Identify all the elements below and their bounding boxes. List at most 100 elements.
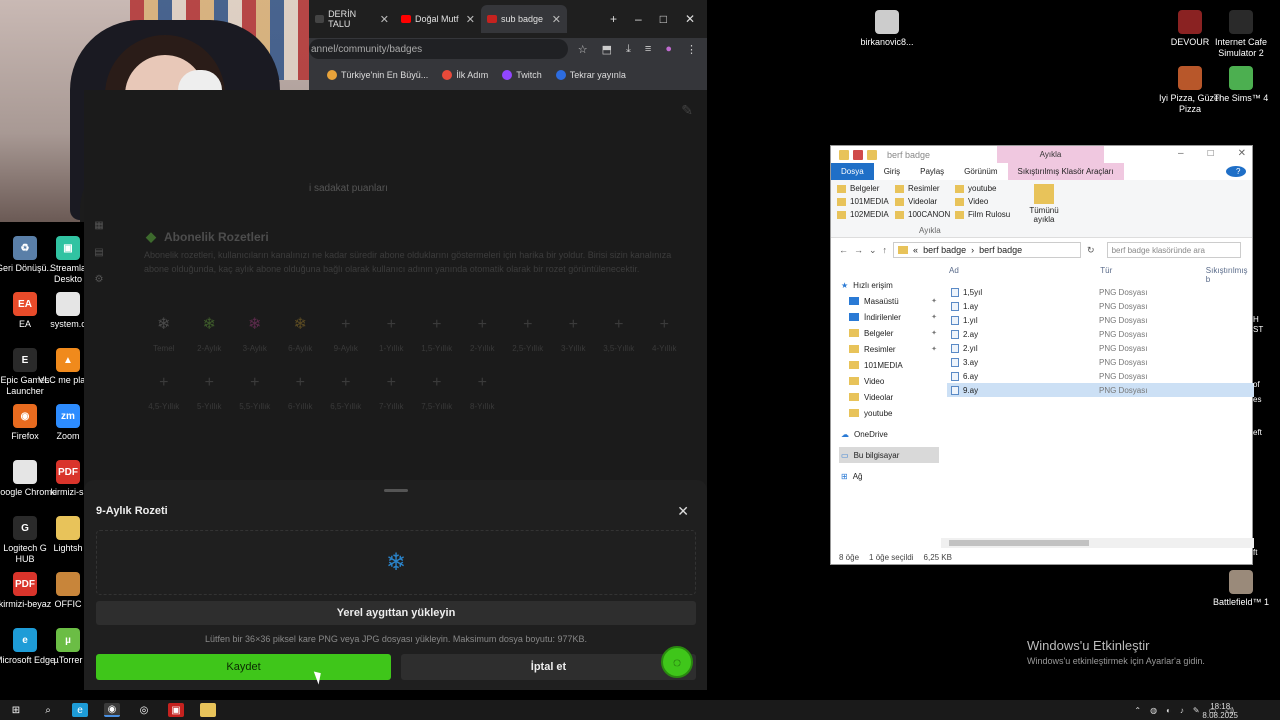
extensions-icon[interactable]: ⬒ (602, 43, 612, 56)
file-row[interactable]: 6.ay PNG Dosyası (947, 369, 1254, 383)
badge-slot[interactable]: +3,5-Yıllık (596, 315, 642, 353)
badge-dropzone[interactable]: ❄ (96, 530, 696, 595)
tab-gorunum[interactable]: Görünüm (954, 163, 1007, 180)
nav-network[interactable]: ⊞ Ağ (839, 468, 939, 484)
extract-all-button[interactable]: Tümünü ayıkla (1027, 184, 1061, 224)
badge-slot[interactable]: +9-Aylık (323, 315, 369, 353)
file-row[interactable]: 1.yıl PNG Dosyası (947, 313, 1254, 327)
badge-slot[interactable]: +6,5-Yıllık (323, 373, 369, 411)
ribbon-target-item[interactable]: Film Rulosu (955, 209, 1015, 220)
taskbar-clock[interactable]: 18:18 8.08.2025 (1202, 702, 1238, 720)
breadcrumb-1[interactable]: berf badge (923, 245, 966, 255)
bookmark-star-icon[interactable]: ☆ (578, 43, 588, 56)
tray-pen-icon[interactable]: ✎ (1193, 706, 1200, 715)
edge-icon[interactable]: e (72, 703, 88, 717)
address-breadcrumb[interactable]: « berf badge › berf badge (893, 242, 1082, 258)
horizontal-scrollbar[interactable] (941, 538, 1254, 548)
desktop-icon[interactable]: birkanovic8... (855, 10, 919, 48)
file-row[interactable]: 9.ay PNG Dosyası (947, 383, 1254, 397)
badge-slot[interactable]: ❄ 3-Aylık (232, 315, 278, 353)
download-icon[interactable]: ⤓ (626, 43, 631, 56)
file-row[interactable]: 2.ay PNG Dosyası (947, 327, 1254, 341)
nav-quick-access[interactable]: ★ Hızlı erişim (839, 277, 939, 293)
ribbon-target-item[interactable]: youtube (955, 183, 1015, 194)
tray-chevron-icon[interactable]: ⌃ (1134, 706, 1141, 715)
tray-app-icon[interactable]: ◐ (1166, 706, 1171, 715)
chrome-icon[interactable]: ◉ (104, 703, 120, 717)
badge-slot[interactable]: +8-Yıllık (460, 373, 506, 411)
browser-tab[interactable]: sub badge ✕ (481, 5, 567, 33)
nav-this-pc[interactable]: ▭ Bu bilgisayar (839, 447, 939, 463)
tab-paylas[interactable]: Paylaş (910, 163, 954, 180)
obs-icon[interactable]: ◎ (136, 703, 152, 717)
badge-slot[interactable]: +1-Yıllık (369, 315, 415, 353)
file-row[interactable]: 2.yıl PNG Dosyası (947, 341, 1254, 355)
badge-slot[interactable]: ❄ 2-Aylık (187, 315, 233, 353)
bookmark-item[interactable]: Twitch (502, 70, 542, 80)
ribbon-target-item[interactable]: 100CANON (895, 209, 953, 220)
cancel-button[interactable]: İptal et (401, 654, 696, 680)
column-compressed[interactable]: Sıkıştırılmış b (1206, 266, 1254, 284)
nav-item[interactable]: Resimler ✦ (839, 341, 939, 357)
ribbon-target-item[interactable]: Belgeler (837, 183, 893, 194)
column-name[interactable]: Ad (949, 266, 1100, 280)
minimize-icon[interactable]: – (635, 12, 642, 26)
badge-slot[interactable]: +5-Yıllık (187, 373, 233, 411)
desktop-icon[interactable]: Internet Cafe Simulator 2 (1209, 10, 1273, 59)
file-explorer-icon[interactable] (200, 703, 216, 717)
nav-item[interactable]: 101MEDIA (839, 357, 939, 373)
ribbon-target-item[interactable]: Video (955, 196, 1015, 207)
close-icon[interactable]: ✕ (1238, 148, 1246, 159)
new-tab-icon[interactable]: + (610, 12, 617, 26)
desktop-icon[interactable]: The Sims™ 4 (1209, 66, 1273, 104)
streamlabs-icon[interactable]: ▣ (168, 703, 184, 717)
maximize-icon[interactable]: □ (1208, 148, 1214, 159)
nav-onedrive[interactable]: ☁ OneDrive (839, 426, 939, 442)
search-icon[interactable]: ⌕ (40, 703, 56, 717)
media-icon[interactable]: ≡ (645, 43, 651, 56)
help-icon[interactable]: ? (1226, 166, 1246, 177)
url-field[interactable]: annel/community/badges (309, 39, 568, 59)
upload-local-button[interactable]: Yerel aygıttan yükleyin (96, 601, 696, 625)
recent-dropdown-icon[interactable]: ⌄ (869, 245, 877, 256)
new-folder-icon[interactable] (867, 149, 877, 160)
forward-arrow-icon[interactable]: → (854, 245, 863, 255)
minimize-icon[interactable]: – (1178, 148, 1184, 159)
nav-item[interactable]: Video (839, 373, 939, 389)
badge-slot[interactable]: +5,5-Yıllık (232, 373, 278, 411)
nav-item[interactable]: Masaüstü ✦ (839, 293, 939, 309)
bookmark-item[interactable]: Tekrar yayınla (555, 70, 626, 80)
nav-item[interactable]: İndirilenler ✦ (839, 309, 939, 325)
column-type[interactable]: Tür (1100, 266, 1206, 280)
tab-dosya[interactable]: Dosya (831, 163, 874, 180)
settings-icon[interactable]: ⚙ (95, 274, 104, 285)
badge-slot[interactable]: ❄ 6-Aylık (278, 315, 324, 353)
file-row[interactable]: 1,5yıl PNG Dosyası (947, 285, 1254, 299)
badge-slot[interactable]: +7,5-Yıllık (414, 373, 460, 411)
browser-tab[interactable]: DERİN TALU ✕ (309, 5, 395, 33)
ribbon-target-item[interactable]: 102MEDIA (837, 209, 893, 220)
badge-slot[interactable]: ❄ Temel (141, 315, 187, 353)
ribbon-target-item[interactable]: 101MEDIA (837, 196, 893, 207)
breadcrumb-2[interactable]: berf badge (979, 245, 1022, 255)
scrollbar-thumb[interactable] (949, 540, 1089, 546)
ribbon-target-item[interactable]: Resimler (895, 183, 953, 194)
tab-close-icon[interactable]: ✕ (466, 13, 475, 26)
folder-icon[interactable] (839, 149, 849, 160)
rail-icon-1[interactable]: ▦ (94, 220, 103, 231)
badge-slot[interactable]: +1,5-Yıllık (414, 315, 460, 353)
tab-close-icon[interactable]: ✕ (380, 13, 389, 26)
nav-item[interactable]: youtube (839, 405, 939, 421)
refresh-icon[interactable]: ↻ (1087, 245, 1095, 256)
desktop-icon[interactable]: Battlefield™ 1 (1209, 570, 1273, 608)
drag-handle[interactable] (384, 489, 408, 492)
file-row[interactable]: 3.ay PNG Dosyası (947, 355, 1254, 369)
badge-slot[interactable]: +4-Yıllık (642, 315, 688, 353)
tray-app-icon[interactable]: ◍ (1150, 706, 1157, 715)
tab-compressed-tools[interactable]: Sıkıştırılmış Klasör Araçları (1007, 163, 1124, 180)
tab-giris[interactable]: Giriş (874, 163, 910, 180)
close-modal-icon[interactable]: ✕ (677, 503, 689, 520)
explorer-search-input[interactable]: berf badge klasöründe ara (1106, 242, 1241, 258)
support-chat-icon[interactable]: ◌ (661, 646, 693, 678)
profile-avatar[interactable]: ● (665, 43, 672, 56)
